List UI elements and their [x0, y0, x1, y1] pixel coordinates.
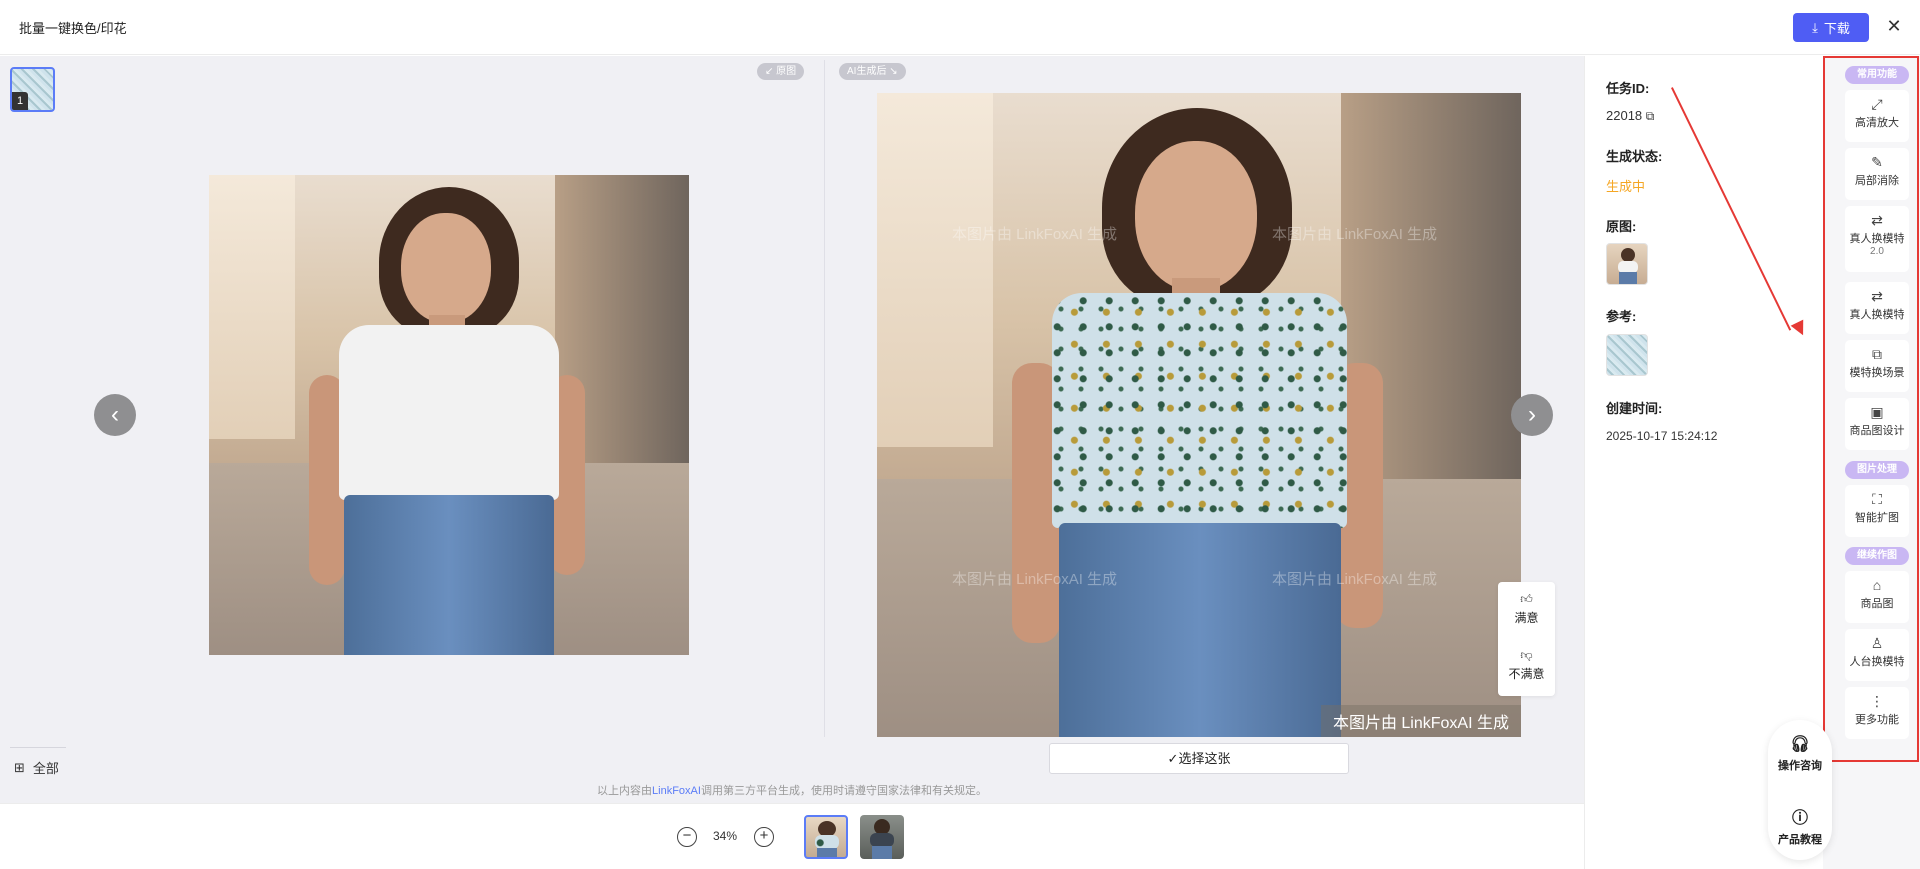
disclaimer: 以上内容由LinkFoxAI调用第三方平台生成，使用时请遵守国家法律和有关规定。: [597, 785, 987, 797]
view-all-button[interactable]: ⊞ 全部: [14, 758, 59, 777]
consult-button[interactable]: 🎧︎ 操作咨询: [1768, 734, 1832, 773]
page-title: 批量一键换色/印花: [19, 21, 127, 36]
top-header: 批量一键换色/印花 ⤓ 下载 ✕: [0, 0, 1920, 55]
tutorial-button[interactable]: ⓘ 产品教程: [1768, 804, 1832, 847]
grid-icon: ⊞: [14, 759, 25, 775]
task-id-label: 任务ID:: [1606, 81, 1650, 96]
download-label: 下载: [1823, 21, 1850, 36]
help-icon: ⓘ: [1791, 810, 1808, 827]
brand-link: LinkFoxAI: [652, 785, 701, 797]
watermark-label: 本图片由 LinkFoxAI 生成: [1320, 705, 1521, 737]
reference-label: 参考:: [1606, 309, 1637, 324]
view-all-label: 全部: [32, 761, 59, 776]
watermark-text: 本图片由 LinkFoxAI 生成: [1272, 226, 1438, 243]
thumbnail-number: 1: [12, 92, 28, 110]
task-id-value: 22018 ⧉: [1606, 108, 1655, 123]
watermark-text: 本图片由 LinkFoxAI 生成: [952, 571, 1118, 588]
help-float-card: 🎧︎ 操作咨询 ⓘ 产品教程: [1768, 720, 1832, 860]
rating-panel: 👍︎ 满意 👎︎ 不满意: [1498, 582, 1555, 696]
ai-generated-tag: AI生成后 ↘: [839, 63, 906, 80]
zoom-out-button[interactable]: −: [677, 827, 697, 847]
zoom-in-button[interactable]: +: [754, 827, 774, 847]
copy-icon[interactable]: ⧉: [1646, 109, 1655, 123]
unsatisfied-label: 不满意: [1508, 667, 1545, 681]
next-image-button[interactable]: ›: [1511, 394, 1553, 436]
bottom-bar: [0, 803, 1584, 869]
original-mini-image[interactable]: [1606, 243, 1648, 285]
watermark-text: 本图片由 LinkFoxAI 生成: [1272, 571, 1438, 588]
select-this-button[interactable]: ✓选择这张: [1049, 743, 1349, 774]
original-label: 原图:: [1606, 219, 1637, 234]
highlight-box: [1823, 56, 1919, 762]
download-icon: ⤓: [1812, 19, 1818, 35]
satisfied-button[interactable]: 👍︎ 满意: [1498, 592, 1555, 626]
original-tag: ↙ 原图: [757, 63, 805, 80]
unsatisfied-button[interactable]: 👎︎ 不满意: [1498, 648, 1555, 682]
reference-mini-image[interactable]: [1606, 334, 1648, 376]
result-thumbnail[interactable]: [804, 815, 848, 859]
download-button[interactable]: ⤓ 下载: [1793, 13, 1869, 42]
zoom-level: 34%: [713, 829, 738, 843]
compare-divider[interactable]: [824, 60, 825, 737]
created-label: 创建时间:: [1606, 401, 1663, 416]
thumbs-up-icon: 👍︎: [1520, 592, 1533, 606]
close-icon[interactable]: ✕: [1884, 16, 1904, 36]
batch-thumbnail[interactable]: 1: [10, 67, 55, 112]
satisfied-label: 满意: [1514, 611, 1539, 625]
prev-image-button[interactable]: ‹: [94, 394, 136, 436]
generated-image: 本图片由 LinkFoxAI 生成 本图片由 LinkFoxAI 生成 本图片由…: [877, 93, 1521, 737]
original-image: [209, 175, 689, 655]
status-badge: 生成中: [1606, 179, 1646, 194]
result-thumbnail[interactable]: [860, 815, 904, 859]
headset-icon: 🎧︎: [1789, 736, 1811, 753]
watermark-text: 本图片由 LinkFoxAI 生成: [952, 226, 1118, 243]
status-label: 生成状态:: [1606, 149, 1663, 164]
thumbs-down-icon: 👎︎: [1520, 648, 1533, 662]
divider-line: [10, 747, 66, 748]
created-time: 2025-10-17 15:24:12: [1606, 429, 1718, 443]
